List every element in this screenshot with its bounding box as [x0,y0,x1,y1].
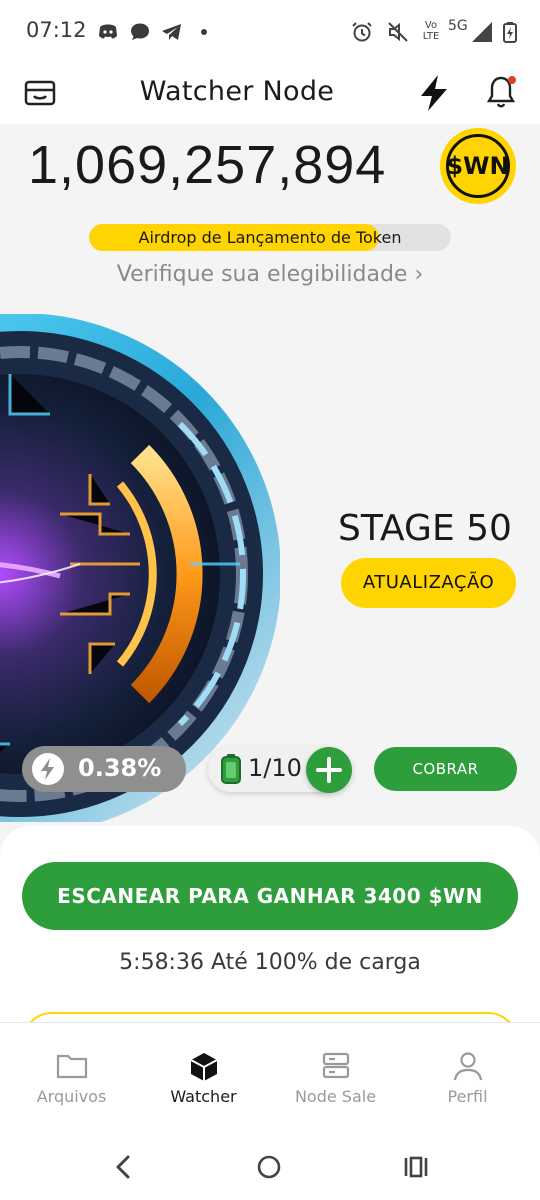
stage-label: STAGE 50 [338,508,512,549]
nav-label-node-sale: Node Sale [294,1087,377,1106]
cube-icon [190,1053,217,1081]
home-icon[interactable] [256,1154,282,1180]
airdrop-label: Airdrop de Lançamento de Token [138,228,402,247]
verify-eligibility-link[interactable]: Verifique sua elegibilidade › [0,262,540,287]
lightning-icon[interactable] [418,74,450,112]
upgrade-button[interactable]: ATUALIZAÇÃO [341,558,516,608]
add-battery-button[interactable] [306,747,352,793]
airdrop-progress-bar[interactable]: Airdrop de Lançamento de Token [89,224,451,251]
page-title: Watcher Node [139,76,335,107]
status-time: 07:12 [26,18,87,42]
bell-icon[interactable] [486,74,520,110]
volte-label: Vo LTE [422,20,440,42]
wn-token-badge: $WN [440,128,516,204]
nav-label-arquivos: Arquivos [36,1087,107,1106]
recents-icon[interactable] [402,1155,430,1179]
nav-label-perfil: Perfil [447,1087,488,1106]
lightning-small-icon [41,758,54,780]
nav-item-perfil[interactable]: Perfil [400,1023,535,1127]
energy-badge [32,753,64,785]
plus-icon [316,757,342,783]
scan-to-earn-button[interactable]: ESCANEAR PARA GANHAR 3400 $WN [22,862,518,930]
main-content: 1,069,257,894 $WN Airdrop de Lançamento … [0,124,540,824]
system-navigation-bar [0,1126,540,1200]
coin-ring [446,134,510,198]
telegram-icon [162,24,181,40]
energy-rate-pill: 0.38% [22,746,186,792]
battery-charging-icon [503,22,517,43]
nav-item-node-sale[interactable]: Node Sale [268,1023,403,1127]
folder-icon [56,1054,87,1079]
collect-button[interactable]: COBRAR [374,747,517,791]
nav-item-watcher[interactable]: Watcher [136,1023,271,1127]
notification-dot [508,76,516,84]
mute-icon [388,22,408,42]
token-balance: 1,069,257,894 [28,135,387,195]
signal-icon [472,22,492,42]
alarm-icon [352,22,372,42]
nav-label-watcher: Watcher [170,1087,237,1106]
back-icon[interactable] [112,1154,134,1180]
battery-icon [221,754,241,784]
bottom-navigation: Arquivos Watcher Node Sale Perfil [0,1022,540,1126]
energy-rate-value: 0.38% [78,754,162,782]
charge-timer: 5:58:36 Até 100% de carga [119,950,421,975]
battery-count: 1/10 [248,754,302,782]
dot-icon [201,29,207,35]
app-header: Watcher Node [0,62,540,124]
nav-item-arquivos[interactable]: Arquivos [4,1023,139,1127]
status-bar: 07:12 Vo LTE 5G [0,0,540,62]
person-icon [453,1052,482,1081]
chat-bubble-icon [131,23,149,40]
network-label: 5G [448,18,468,34]
discord-icon [99,24,117,39]
server-icon [322,1052,349,1079]
